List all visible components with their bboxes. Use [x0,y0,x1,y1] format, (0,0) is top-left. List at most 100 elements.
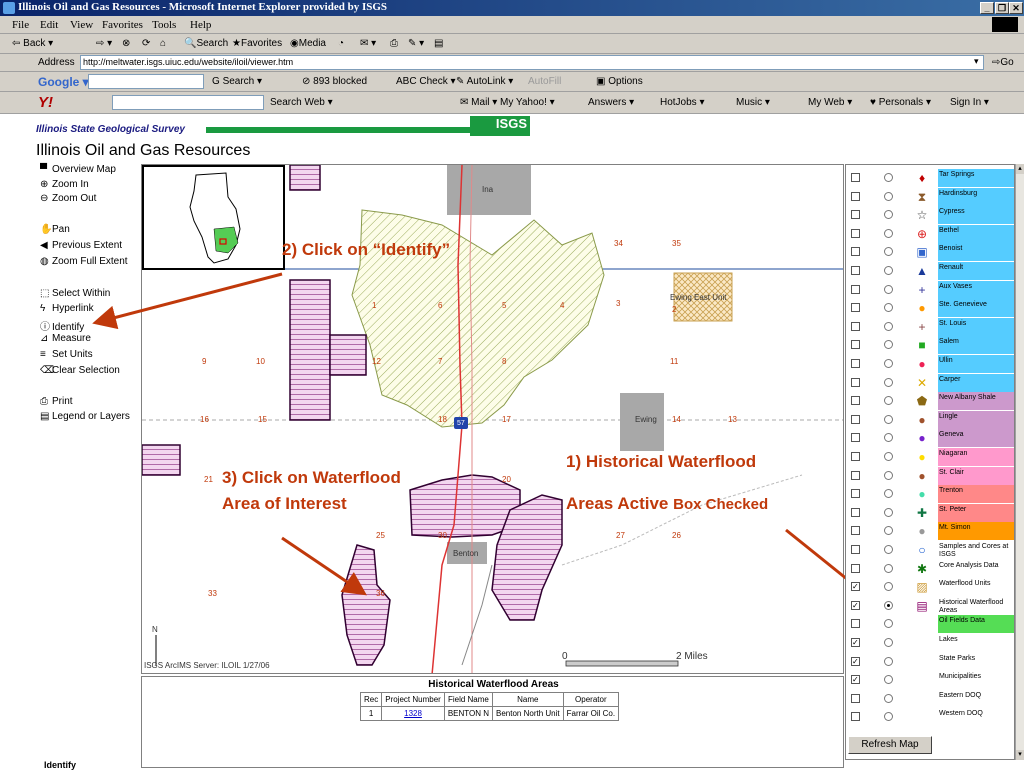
personals-button[interactable]: ♥ Personals ▾ [870,97,931,108]
yahoo-mail-button[interactable]: ✉ Mail ▾ [460,97,497,108]
layer-visible-checkbox[interactable] [851,340,860,350]
search-web-button[interactable]: Search Web ▾ [270,97,333,108]
layer-active-radio[interactable] [884,563,893,573]
layer-visible-checkbox[interactable] [851,414,860,424]
menu-tools[interactable]: Tools [152,19,176,31]
popup-blocker[interactable]: ⊘ 893 blocked [302,76,367,87]
layer-visible-checkbox[interactable] [851,507,860,517]
hotjobs-button[interactable]: HotJobs ▾ [660,97,705,108]
sign-in-button[interactable]: Sign In ▾ [950,97,989,108]
layer-visible-checkbox[interactable] [851,433,860,443]
tool-identify[interactable]: ⓘ Identify [40,318,84,333]
google-search-input[interactable] [88,74,204,89]
home-icon[interactable]: ⌂ [160,38,166,49]
layer-active-radio[interactable] [884,396,893,406]
music-button[interactable]: Music ▾ [736,97,770,108]
layer-visible-checkbox[interactable] [851,489,860,499]
layer-active-radio[interactable] [884,656,893,666]
layer-visible-checkbox[interactable] [851,619,860,629]
stop-icon[interactable]: ⊗ [122,38,130,49]
tool-zoom-out[interactable]: ⊖ Zoom Out [40,193,96,204]
layer-visible-checkbox[interactable] [851,377,860,387]
layer-visible-checkbox[interactable] [851,712,860,722]
layer-active-radio[interactable] [884,470,893,480]
layer-visible-checkbox[interactable] [851,563,860,573]
layer-visible-checkbox[interactable] [851,526,860,536]
my-web-button[interactable]: My Web ▾ [808,97,852,108]
address-dropdown-icon[interactable]: ▾ [974,56,979,67]
maximize-button[interactable]: ❐ [995,2,1009,14]
tool-zoom-full-extent[interactable]: ◍ Zoom Full Extent [40,256,128,267]
favorites-button[interactable]: ★Favorites [232,38,282,49]
google-search-button[interactable]: G Search ▾ [212,76,262,87]
layer-active-radio[interactable] [884,359,893,368]
historical-waterflood-area[interactable] [289,165,321,191]
layer-visible-checkbox[interactable] [851,452,860,461]
layer-visible-checkbox[interactable] [851,321,860,331]
layer-active-radio[interactable] [884,489,893,499]
layer-visible-checkbox[interactable] [851,173,860,182]
layer-active-radio[interactable] [884,638,893,647]
layer-active-radio[interactable] [884,507,893,517]
layer-active-radio[interactable] [884,266,893,275]
discuss-icon[interactable]: ▤ [434,38,443,49]
layer-active-radio[interactable] [884,712,893,722]
spell-check-button[interactable]: ABC Check ▾ [396,76,456,87]
layer-active-radio[interactable] [884,433,893,443]
layer-visible-checkbox[interactable] [851,545,860,554]
layer-active-radio[interactable] [884,600,893,610]
scroll-down-icon[interactable]: ▾ [1016,750,1024,760]
layer-visible-checkbox[interactable] [851,693,860,703]
tool-hyperlink[interactable]: ϟ Hyperlink [40,303,94,314]
autofill-button[interactable]: AutoFill [528,76,561,87]
layer-active-radio[interactable] [884,284,893,294]
layer-active-radio[interactable] [884,693,893,703]
minimize-button[interactable]: _ [980,2,994,14]
layer-visible-checkbox[interactable] [851,396,860,406]
edit-icon[interactable]: ✎ ▾ [408,38,424,49]
map-display[interactable]: Ina Ewing East Unit Ewing Benton 34 35 1… [141,164,844,674]
mail-icon[interactable]: ✉ ▾ [360,38,376,49]
layer-active-radio[interactable] [884,191,893,201]
project-number-link[interactable]: 1328 [404,709,422,718]
layer-active-radio[interactable] [884,452,893,461]
layer-visible-checkbox[interactable] [851,191,860,201]
tool-legend-or-layers[interactable]: ▤ Legend or Layers [40,411,130,422]
print-icon[interactable]: ⎙ [390,38,398,49]
layer-active-radio[interactable] [884,303,893,313]
history-icon[interactable]: ◔ [338,38,344,49]
layer-visible-checkbox[interactable] [851,284,860,294]
layer-active-radio[interactable] [884,321,893,331]
menu-view[interactable]: View [70,19,93,31]
historical-waterflood-area[interactable] [329,334,367,376]
tool-previous-extent[interactable]: ◀ Previous Extent [40,240,122,251]
overview-map-inset[interactable] [142,165,285,270]
historical-waterflood-area[interactable] [142,444,181,476]
refresh-map-button[interactable]: Refresh Map [848,736,932,754]
tool-set-units[interactable]: ≡ Set Units [40,349,93,360]
layer-visible-checkbox[interactable]: ✓ [851,582,860,592]
close-button[interactable]: ✕ [1009,2,1023,14]
layer-active-radio[interactable] [884,619,893,629]
tool-overview-map[interactable]: ▀ Overview Map [40,164,116,175]
layer-visible-checkbox[interactable]: ✓ [851,638,860,647]
options-button[interactable]: ▣ Options [596,76,643,87]
layer-active-radio[interactable] [884,377,893,387]
menu-file[interactable]: File [12,19,29,31]
forward-icon[interactable]: ⇨ ▾ [96,38,112,49]
menu-edit[interactable]: Edit [40,19,58,31]
layer-active-radio[interactable] [884,582,893,592]
layer-active-radio[interactable] [884,414,893,424]
tool-measure[interactable]: ⊿ Measure [40,333,91,344]
layer-visible-checkbox[interactable] [851,228,860,238]
legend-scrollbar[interactable]: ▴ ▾ [1015,164,1024,760]
layer-visible-checkbox[interactable] [851,359,860,368]
yahoo-search-input[interactable] [112,95,264,110]
layer-visible-checkbox[interactable]: ✓ [851,656,860,666]
tool-clear-selection[interactable]: ⌫Clear Selection [40,365,120,376]
scroll-up-icon[interactable]: ▴ [1016,164,1024,174]
back-button[interactable]: ⇦ Back ▾ [12,38,53,49]
go-button[interactable]: ⇨Go [992,57,1014,68]
my-yahoo-button[interactable]: My Yahoo! ▾ [500,97,555,108]
tool-zoom-in[interactable]: ⊕ Zoom In [40,179,89,190]
